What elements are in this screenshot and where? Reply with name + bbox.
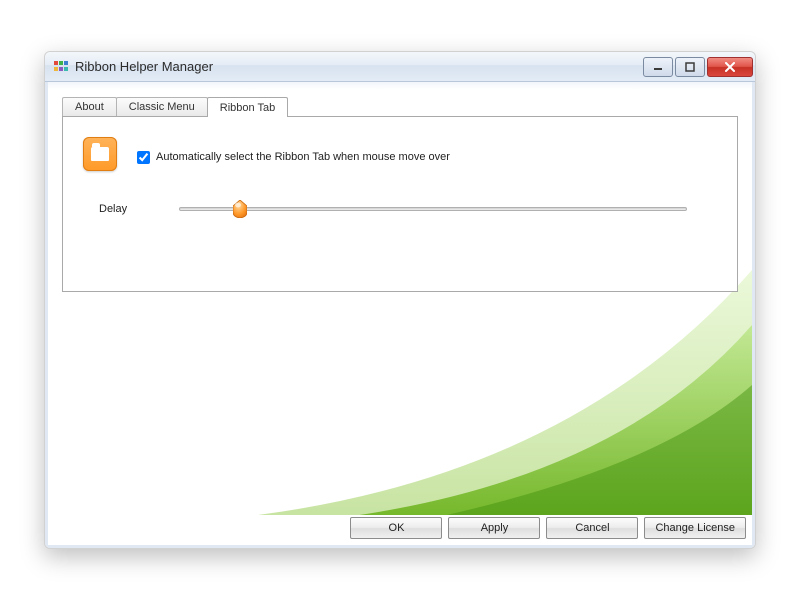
change-license-button[interactable]: Change License [644, 517, 746, 539]
delay-row: Delay [83, 199, 717, 219]
ok-button[interactable]: OK [350, 517, 442, 539]
tab-label: Classic Menu [129, 101, 195, 113]
titlebar[interactable]: Ribbon Helper Manager [45, 52, 755, 82]
tab-about[interactable]: About [62, 97, 117, 116]
maximize-button[interactable] [675, 57, 705, 77]
tabstrip: About Classic Menu Ribbon Tab [62, 94, 738, 116]
slider-thumb[interactable] [233, 200, 247, 218]
window-title: Ribbon Helper Manager [75, 59, 213, 74]
app-icon [53, 59, 69, 75]
content: About Classic Menu Ribbon Tab Automatic [48, 82, 752, 515]
folder-icon [83, 137, 117, 171]
auto-select-row: Automatically select the Ribbon Tab when… [83, 137, 717, 171]
window-controls [641, 57, 753, 77]
tab-label: Ribbon Tab [220, 102, 275, 114]
tab-ribbon-tab[interactable]: Ribbon Tab [207, 97, 288, 117]
delay-slider[interactable] [179, 199, 687, 219]
tab-label: About [75, 101, 104, 113]
auto-select-checkbox[interactable] [137, 151, 150, 164]
auto-select-checkbox-wrap: Automatically select the Ribbon Tab when… [137, 151, 450, 164]
delay-label: Delay [99, 203, 179, 215]
tabpage-ribbon-tab: Automatically select the Ribbon Tab when… [62, 116, 738, 292]
slider-track [179, 207, 687, 211]
close-button[interactable] [707, 57, 753, 77]
cancel-button[interactable]: Cancel [546, 517, 638, 539]
client-area: About Classic Menu Ribbon Tab Automatic [45, 82, 755, 548]
auto-select-label: Automatically select the Ribbon Tab when… [156, 151, 450, 163]
apply-button[interactable]: Apply [448, 517, 540, 539]
minimize-button[interactable] [643, 57, 673, 77]
window: Ribbon Helper Manager [44, 51, 756, 549]
tab-classic-menu[interactable]: Classic Menu [116, 97, 208, 116]
button-bar: OK Apply Cancel Change License [48, 515, 752, 545]
